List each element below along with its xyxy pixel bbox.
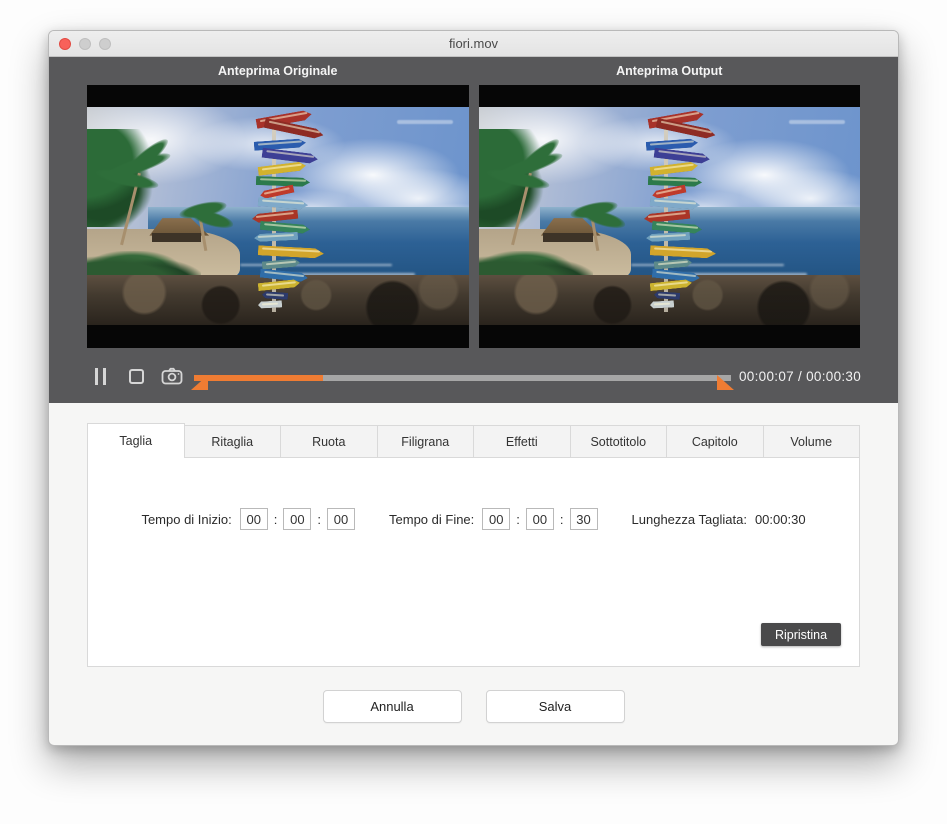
hut-base [543, 233, 593, 242]
time-display: 00:00:07 / 00:00:30 [739, 369, 869, 384]
pause-icon [95, 368, 106, 385]
tab-effetti[interactable]: Effetti [473, 425, 571, 458]
tab-ritaglia[interactable]: Ritaglia [184, 425, 282, 458]
playback-controls: 00:00:07 / 00:00:30 [49, 348, 898, 403]
tab-capitolo[interactable]: Capitolo [666, 425, 764, 458]
end-seconds-input[interactable] [570, 508, 598, 530]
camera-icon [161, 367, 183, 385]
pause-button[interactable] [89, 366, 111, 386]
direction-sign [258, 300, 282, 308]
close-button[interactable] [59, 38, 71, 50]
stop-icon [129, 369, 144, 384]
video-still [87, 107, 469, 325]
original-video-preview [87, 85, 469, 348]
4k-watermark [397, 118, 453, 124]
tab-ruota[interactable]: Ruota [280, 425, 378, 458]
end-hours-input[interactable] [482, 508, 510, 530]
4k-watermark [789, 118, 845, 124]
minimize-button[interactable] [79, 38, 91, 50]
app-window: fiori.mov Anteprima Originale Anteprima … [48, 30, 899, 746]
trim-panel: Tempo di Inizio: : : Tempo di Fine: : : … [87, 457, 860, 667]
tab-volume[interactable]: Volume [763, 425, 861, 458]
time-separator: : [560, 512, 564, 527]
video-still [479, 107, 861, 325]
time-separator: : [317, 512, 321, 527]
player-area: Anteprima Originale Anteprima Output [49, 57, 898, 403]
end-time-label: Tempo di Fine: [389, 512, 474, 527]
time-separator: : [516, 512, 520, 527]
trim-end-handle[interactable] [717, 375, 734, 390]
time-separator: : [274, 512, 278, 527]
start-seconds-input[interactable] [327, 508, 355, 530]
progress-fill [194, 375, 323, 381]
output-video-preview [479, 85, 861, 348]
tab-taglia[interactable]: Taglia [87, 423, 185, 458]
edit-tabs: Taglia Ritaglia Ruota Filigrana Effetti … [87, 423, 860, 458]
tab-sottotitolo[interactable]: Sottotitolo [570, 425, 668, 458]
watermark-subtext [397, 120, 453, 124]
trimmed-length-label: Lunghezza Tagliata: [632, 512, 747, 527]
window-title: fiori.mov [449, 36, 498, 51]
end-minutes-input[interactable] [526, 508, 554, 530]
hut-base [152, 233, 202, 242]
traffic-lights [59, 31, 111, 56]
progress-slider[interactable] [194, 375, 731, 381]
start-minutes-input[interactable] [283, 508, 311, 530]
reset-button[interactable]: Ripristina [761, 623, 841, 646]
titlebar: fiori.mov [49, 31, 898, 57]
cancel-button[interactable]: Annulla [323, 690, 462, 723]
output-preview-label: Anteprima Output [479, 64, 861, 78]
zoom-button[interactable] [99, 38, 111, 50]
watermark-subtext [789, 120, 845, 124]
start-hours-input[interactable] [240, 508, 268, 530]
start-time-label: Tempo di Inizio: [141, 512, 231, 527]
trimmed-length-value: 00:00:30 [755, 512, 806, 527]
snapshot-button[interactable] [161, 366, 183, 386]
stop-button[interactable] [125, 366, 147, 386]
tab-filigrana[interactable]: Filigrana [377, 425, 475, 458]
original-preview-label: Anteprima Originale [87, 64, 469, 78]
save-button[interactable]: Salva [486, 690, 625, 723]
